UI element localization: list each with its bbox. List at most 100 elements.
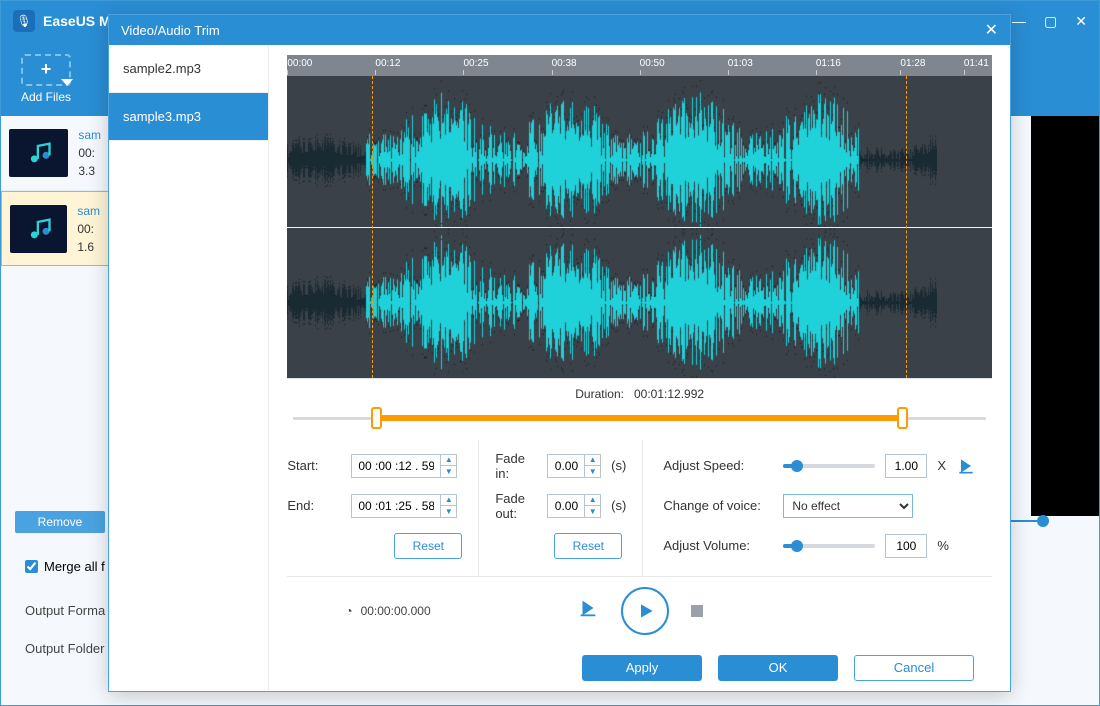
ruler-tick: 00:50 bbox=[640, 58, 665, 69]
speed-preview-play-icon[interactable] bbox=[956, 456, 976, 476]
add-files-label: Add Files bbox=[21, 90, 71, 104]
output-format-label: Output Forma bbox=[25, 603, 105, 618]
ruler-tick: 01:03 bbox=[728, 58, 753, 69]
ruler-tick: 01:28 bbox=[900, 58, 925, 69]
fade-out-spinner[interactable]: ▲▼ bbox=[547, 494, 601, 518]
fade-out-label: Fade out: bbox=[495, 491, 537, 521]
controls: Start: ▲▼ End: ▲▼ Rese bbox=[287, 440, 992, 576]
speed-unit: X bbox=[937, 458, 946, 473]
spin-up-icon[interactable]: ▲ bbox=[441, 455, 456, 466]
ruler-tick: 01:41 bbox=[964, 58, 989, 69]
playback-bar: ◔ 00:00:00.000 bbox=[287, 576, 992, 644]
cancel-button[interactable]: Cancel bbox=[854, 655, 974, 681]
end-spinner[interactable]: ▲▼ bbox=[351, 494, 457, 518]
file-meta: sam 00: 3.3 bbox=[78, 126, 101, 180]
preview-panel bbox=[1031, 116, 1099, 516]
dialog-main: 00:00 00:12 00:25 00:38 00:50 01:03 01:1… bbox=[269, 45, 1010, 691]
spin-up-icon[interactable]: ▲ bbox=[585, 455, 600, 466]
file-item[interactable]: sam 00: 3.3 bbox=[1, 116, 109, 191]
fade-in-input[interactable] bbox=[548, 459, 584, 473]
voice-select[interactable]: No effect bbox=[783, 494, 913, 518]
add-files-icon: + bbox=[21, 54, 71, 86]
output-folder-label: Output Folder bbox=[25, 641, 105, 656]
merge-label: Merge all f bbox=[44, 559, 105, 574]
file-size: 1.6 bbox=[77, 238, 100, 256]
timeline-ruler[interactable]: 00:00 00:12 00:25 00:38 00:50 01:03 01:1… bbox=[287, 55, 992, 76]
voice-label: Change of voice: bbox=[663, 498, 773, 513]
remove-button[interactable]: Remove bbox=[15, 511, 105, 533]
dialog-close-icon[interactable]: ✕ bbox=[985, 20, 998, 40]
duration-label: Duration: bbox=[575, 387, 624, 401]
spin-up-icon[interactable]: ▲ bbox=[585, 495, 600, 506]
volume-input[interactable] bbox=[885, 534, 927, 558]
file-name: sam bbox=[77, 202, 100, 220]
unit-label: (s) bbox=[611, 458, 626, 473]
speed-input[interactable] bbox=[885, 454, 927, 478]
start-label: Start: bbox=[287, 458, 341, 473]
sidebar-item-sample2[interactable]: sample2.mp3 bbox=[109, 45, 268, 93]
file-name: sam bbox=[78, 126, 101, 144]
duration-row: Duration: 00:01:12.992 bbox=[287, 379, 992, 407]
file-thumb-icon bbox=[10, 205, 67, 253]
dialog-titlebar: Video/Audio Trim ✕ bbox=[109, 15, 1010, 45]
range-handle-end[interactable] bbox=[897, 407, 908, 429]
file-size: 3.3 bbox=[78, 162, 101, 180]
file-meta: sam 00: 1.6 bbox=[77, 202, 100, 256]
spin-up-icon[interactable]: ▲ bbox=[441, 495, 456, 506]
window-controls: — ▢ ✕ bbox=[1012, 13, 1087, 30]
unit-label: (s) bbox=[611, 498, 626, 513]
clock-icon: ◔ bbox=[345, 604, 352, 618]
waveform-selection bbox=[372, 76, 908, 377]
reset-fade-button[interactable]: Reset bbox=[554, 533, 622, 559]
speed-slider[interactable] bbox=[783, 464, 875, 468]
fade-out-input[interactable] bbox=[548, 499, 584, 513]
end-label: End: bbox=[287, 498, 341, 513]
stop-button[interactable] bbox=[691, 605, 703, 617]
fade-in-spinner[interactable]: ▲▼ bbox=[547, 454, 601, 478]
file-time: 00: bbox=[77, 220, 100, 238]
start-input[interactable] bbox=[352, 459, 440, 473]
trim-dialog: Video/Audio Trim ✕ sample2.mp3 sample3.m… bbox=[108, 14, 1011, 692]
playback-time-value: 00:00:00.000 bbox=[361, 604, 431, 618]
ruler-tick: 00:25 bbox=[463, 58, 488, 69]
merge-checkbox-row: Merge all f bbox=[25, 559, 105, 574]
spin-down-icon[interactable]: ▼ bbox=[585, 466, 600, 477]
minimize-button[interactable]: — bbox=[1012, 13, 1026, 30]
sidebar-item-sample3[interactable]: sample3.mp3 bbox=[109, 93, 268, 141]
range-slider[interactable] bbox=[293, 407, 986, 430]
merge-checkbox[interactable] bbox=[25, 560, 38, 573]
spin-down-icon[interactable]: ▼ bbox=[441, 466, 456, 477]
fade-in-label: Fade in: bbox=[495, 451, 537, 481]
ruler-tick: 00:38 bbox=[552, 58, 577, 69]
waveform[interactable] bbox=[287, 76, 992, 378]
spin-down-icon[interactable]: ▼ bbox=[585, 506, 600, 517]
start-spinner[interactable]: ▲▼ bbox=[351, 454, 457, 478]
close-button[interactable]: ✕ bbox=[1075, 13, 1087, 30]
app-logo-icon: 🎙 bbox=[13, 10, 35, 32]
ruler-tick: 00:12 bbox=[375, 58, 400, 69]
play-from-start-icon[interactable] bbox=[577, 597, 599, 624]
add-files-button[interactable]: + Add Files bbox=[21, 54, 71, 104]
maximize-button[interactable]: ▢ bbox=[1044, 13, 1057, 30]
volume-slider[interactable] bbox=[783, 544, 875, 548]
ok-button[interactable]: OK bbox=[718, 655, 838, 681]
end-input[interactable] bbox=[352, 499, 440, 513]
dialog-footer: Apply OK Cancel bbox=[287, 644, 992, 691]
file-thumb-icon bbox=[9, 129, 68, 177]
range-handle-start[interactable] bbox=[371, 407, 382, 429]
spin-down-icon[interactable]: ▼ bbox=[441, 506, 456, 517]
file-time: 00: bbox=[78, 144, 101, 162]
reset-time-button[interactable]: Reset bbox=[394, 533, 462, 559]
play-button[interactable] bbox=[621, 587, 669, 635]
ruler-tick: 01:16 bbox=[816, 58, 841, 69]
playback-time: ◔ 00:00:00.000 bbox=[345, 604, 430, 618]
volume-unit: % bbox=[937, 538, 949, 553]
volume-label: Adjust Volume: bbox=[663, 538, 773, 553]
file-list: sam 00: 3.3 sam 00: 1.6 bbox=[1, 116, 109, 266]
speed-label: Adjust Speed: bbox=[663, 458, 773, 473]
preview-slider-knob[interactable] bbox=[1037, 515, 1049, 527]
apply-button[interactable]: Apply bbox=[582, 655, 702, 681]
range-fill bbox=[376, 415, 902, 421]
file-item[interactable]: sam 00: 1.6 bbox=[1, 191, 109, 266]
dialog-sidebar: sample2.mp3 sample3.mp3 bbox=[109, 45, 269, 691]
